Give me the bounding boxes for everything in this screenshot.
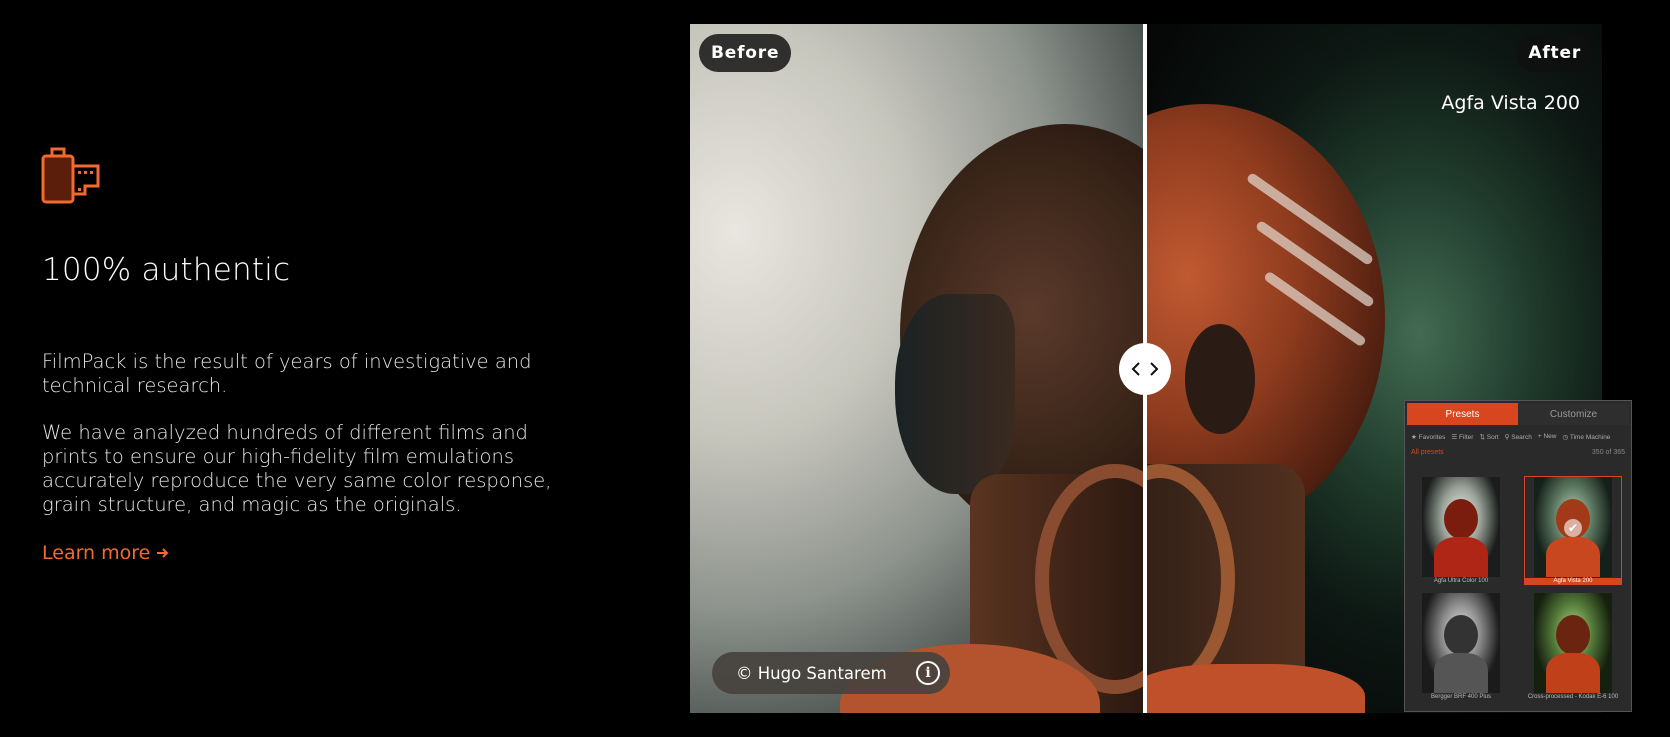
compare-slider-handle[interactable] (1119, 343, 1171, 395)
presets-panel: Presets Customize ★ Favorites ☰ Filter ⇅… (1404, 400, 1632, 712)
before-image (690, 24, 1145, 713)
preset-thumbnail-selected[interactable]: ✔ Agfa Vista 200 (1524, 476, 1622, 585)
preset-caption: Agfa Vista 200 (1525, 578, 1621, 584)
photo-credit: © Hugo Santarem i (712, 652, 950, 694)
info-icon[interactable]: i (916, 661, 940, 685)
preset-thumbnail[interactable]: Bergger BRF 400 Plus (1413, 593, 1509, 700)
preset-name-label: Agfa Vista 200 (1441, 92, 1580, 114)
tool-time-machine[interactable]: ◷ Time Machine (1562, 433, 1610, 441)
chevron-left-icon (1131, 362, 1140, 376)
tab-presets[interactable]: Presets (1407, 403, 1518, 425)
before-label: Before (699, 34, 792, 72)
feature-paragraph-2: We have analyzed hundreds of different f… (42, 421, 552, 516)
after-label: After (1516, 34, 1593, 72)
film-canister-icon (41, 147, 100, 204)
tool-search[interactable]: ⚲ Search (1505, 433, 1532, 441)
presets-count: 350 of 365 (1591, 449, 1625, 456)
tool-filter[interactable]: ☰ Filter (1451, 433, 1473, 441)
preset-thumbnail[interactable]: Cross-processed - Kodak E-6 100 (1525, 593, 1621, 700)
learn-more-link[interactable]: Learn more (42, 542, 169, 564)
preset-caption: Bergger BRF 400 Plus (1430, 694, 1492, 700)
feature-heading: 100% authentic (42, 252, 291, 288)
tab-customize[interactable]: Customize (1518, 403, 1629, 425)
preset-caption: Cross-processed - Kodak E-6 100 (1527, 694, 1619, 700)
feature-paragraph-1: FilmPack is the result of years of inves… (42, 350, 532, 397)
tool-new[interactable]: + New (1538, 433, 1557, 441)
learn-more-label: Learn more (42, 542, 151, 564)
check-icon: ✔ (1564, 519, 1582, 537)
tool-sort[interactable]: ⇅ Sort (1479, 433, 1498, 441)
preset-thumbnail[interactable]: Agfa Ultra Color 100 (1413, 477, 1509, 584)
chevron-right-icon (1150, 362, 1159, 376)
photo-credit-text: © Hugo Santarem (736, 663, 887, 683)
presets-toolbar: ★ Favorites ☰ Filter ⇅ Sort ⚲ Search + N… (1405, 425, 1631, 447)
tool-favorites[interactable]: ★ Favorites (1411, 433, 1445, 441)
arrow-right-icon (157, 548, 169, 558)
presets-section-label: All presets (1411, 449, 1444, 456)
preset-caption: Agfa Ultra Color 100 (1433, 578, 1489, 584)
